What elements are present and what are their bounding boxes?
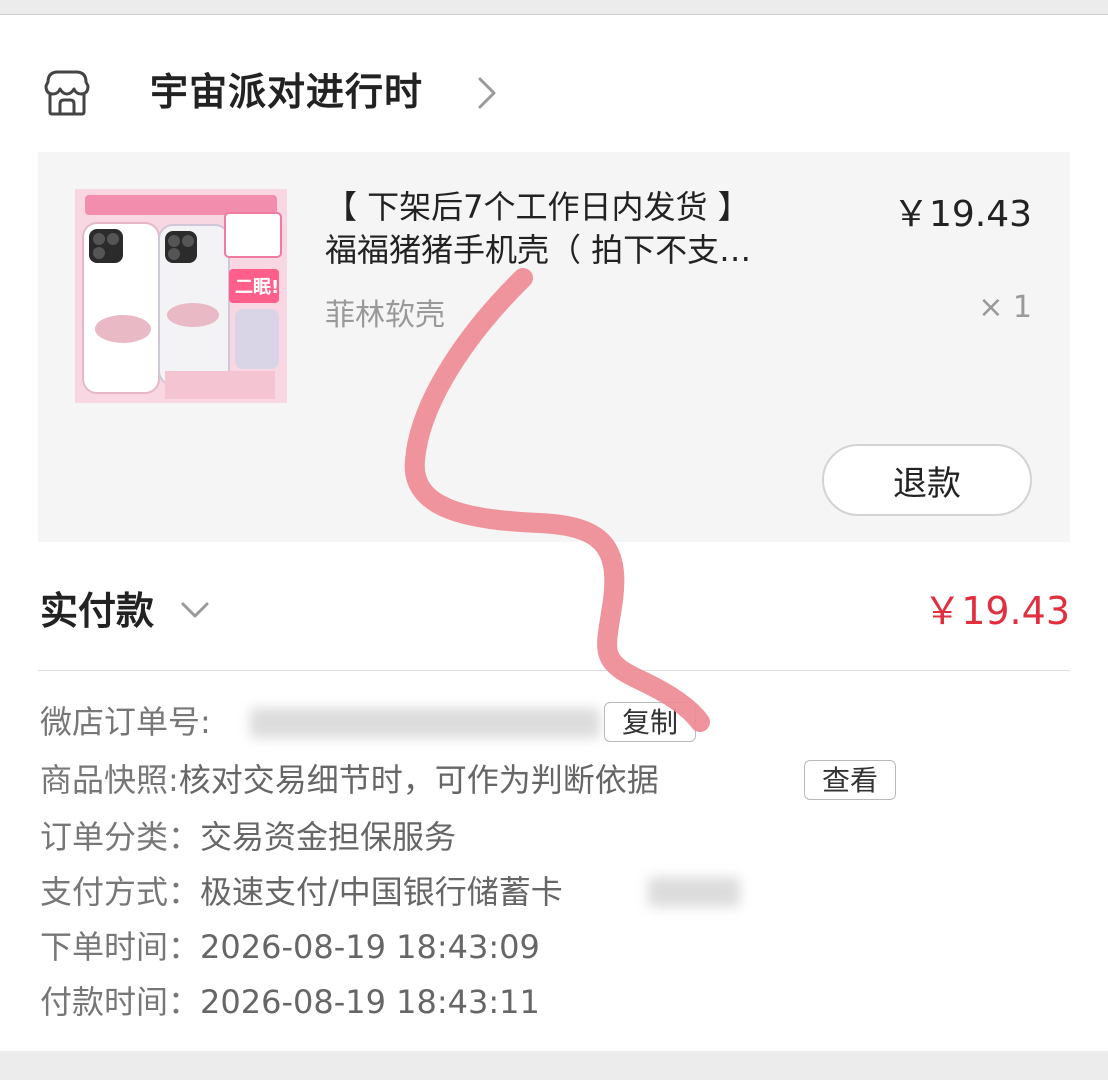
- phone-case-image: 二眠!: [75, 189, 287, 403]
- product-variant: 菲林软壳: [325, 298, 445, 333]
- shop-name[interactable]: 宇宙派对进行时: [150, 68, 423, 116]
- product-item[interactable]: 二眠! 【 下架后7个工作日内发货 】 福福猪猪手机壳（ 拍下不支… ￥19.4…: [38, 152, 1070, 542]
- category-row: 订单分类：交易资金担保服务: [40, 812, 456, 862]
- order-time-value: 2026-08-19 18:43:09: [200, 928, 540, 966]
- category-value: 交易资金担保服务: [200, 818, 457, 856]
- view-button[interactable]: 查看: [804, 760, 896, 800]
- order-number-label: 微店订单号:: [40, 703, 211, 741]
- product-thumbnail[interactable]: 二眠!: [75, 189, 287, 403]
- product-title-line2: 福福猪猪手机壳（ 拍下不支…: [325, 231, 752, 269]
- order-number-redacted: [250, 708, 600, 738]
- paid-amount-row[interactable]: 实付款 ￥19.43: [40, 585, 1070, 645]
- pay-time-row: 付款时间：2026-08-19 18:43:11: [40, 977, 540, 1027]
- snapshot-row: 商品快照:核对交易细节时，可作为判断依据: [40, 755, 659, 805]
- product-title-line1: 【 下架后7个工作日内发货 】: [325, 188, 750, 226]
- pay-method-value: 极速支付/中国银行储蓄卡: [200, 873, 563, 911]
- chevron-down-icon[interactable]: [180, 599, 210, 623]
- pay-time-label: 付款时间：: [40, 983, 201, 1021]
- snapshot-value: 核对交易细节时，可作为判断依据: [178, 761, 659, 799]
- snapshot-label: 商品快照:: [40, 761, 179, 799]
- order-number-row: 微店订单号:: [40, 697, 211, 747]
- product-quantity: × 1: [978, 290, 1032, 325]
- chevron-right-icon[interactable]: [476, 75, 500, 111]
- pay-method-row: 支付方式：极速支付/中国银行储蓄卡: [40, 867, 563, 917]
- shop-header[interactable]: 宇宙派对进行时: [40, 58, 1040, 128]
- pay-method-label: 支付方式：: [40, 873, 201, 911]
- order-time-row: 下单时间：2026-08-19 18:43:09: [40, 922, 540, 972]
- refund-button[interactable]: 退款: [822, 444, 1032, 516]
- paid-label: 实付款: [40, 589, 155, 633]
- category-label: 订单分类：: [40, 818, 201, 856]
- copy-button[interactable]: 复制: [604, 702, 696, 742]
- thumbnail-badge-text: 二眠!: [235, 277, 279, 298]
- card-number-redacted: [648, 877, 740, 907]
- pay-time-value: 2026-08-19 18:43:11: [200, 983, 540, 1021]
- order-time-label: 下单时间：: [40, 928, 201, 966]
- product-title[interactable]: 【 下架后7个工作日内发货 】 福福猪猪手机壳（ 拍下不支…: [325, 186, 865, 272]
- divider: [38, 670, 1070, 671]
- product-price: ￥19.43: [892, 194, 1032, 235]
- paid-amount: ￥19.43: [923, 589, 1070, 633]
- shop-icon: [44, 70, 90, 116]
